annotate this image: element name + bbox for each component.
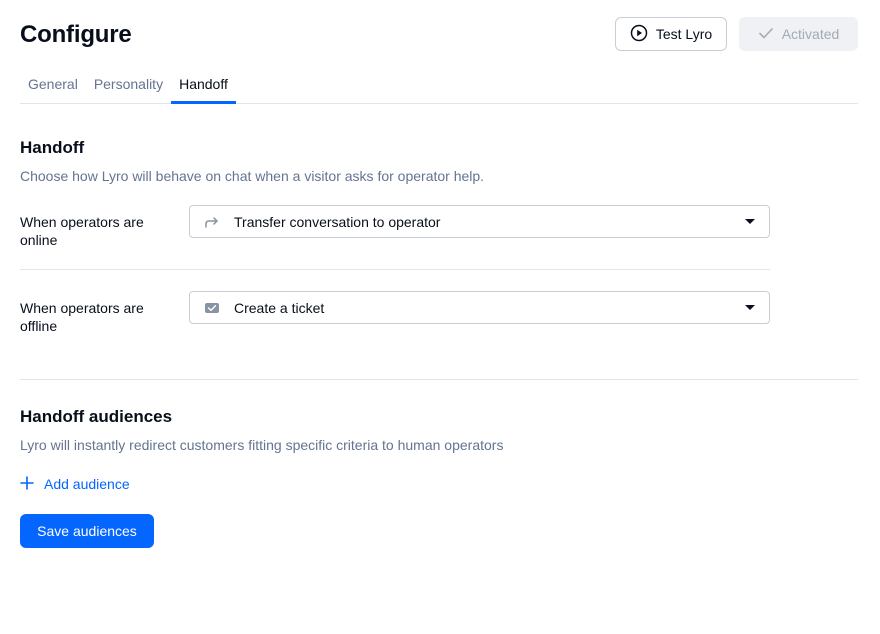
audiences-section-description: Lyro will instantly redirect customers f…: [20, 437, 504, 453]
chevron-down-icon: [745, 305, 755, 310]
handoff-section-description: Choose how Lyro will behave on chat when…: [20, 168, 485, 184]
play-icon: [630, 24, 648, 45]
tab-personality-label: Personality: [93, 76, 164, 92]
add-audience-label: Add audience: [44, 476, 130, 492]
offline-behavior-select[interactable]: Create a ticket: [189, 291, 770, 324]
activated-button[interactable]: Activated: [739, 17, 858, 51]
handoff-section-title: Handoff: [20, 138, 85, 157]
ticket-icon: [204, 300, 220, 316]
audiences-section-title: Handoff audiences: [20, 407, 173, 426]
test-lyro-button[interactable]: Test Lyro: [615, 17, 727, 51]
configure-page: Configure Test Lyro Activated General Pe…: [0, 0, 880, 634]
tab-bar: General Personality Handoff: [20, 70, 858, 104]
row-divider: [20, 269, 770, 270]
save-audiences-label: Save audiences: [37, 523, 137, 539]
save-audiences-button[interactable]: Save audiences: [20, 514, 154, 548]
check-icon: [758, 25, 774, 44]
activated-label: Activated: [781, 26, 840, 42]
arrow-forward-icon: [204, 214, 220, 230]
online-behavior-value: Transfer conversation to operator: [234, 213, 441, 230]
tab-general-label: General: [28, 76, 78, 92]
tab-personality[interactable]: Personality: [86, 70, 171, 104]
test-lyro-label: Test Lyro: [655, 26, 713, 42]
online-label: When operators are online: [20, 214, 144, 248]
tab-handoff[interactable]: Handoff: [171, 70, 236, 104]
page-title: Configure: [20, 21, 132, 48]
chevron-down-icon: [745, 219, 755, 224]
tab-general[interactable]: General: [20, 70, 86, 104]
offline-behavior-value: Create a ticket: [234, 299, 325, 316]
tab-handoff-label: Handoff: [179, 76, 228, 92]
section-divider: [20, 379, 858, 380]
plus-icon: [20, 475, 34, 493]
online-behavior-select[interactable]: Transfer conversation to operator: [189, 205, 770, 238]
offline-label: When operators are offline: [20, 300, 144, 334]
add-audience-button[interactable]: Add audience: [20, 475, 130, 493]
